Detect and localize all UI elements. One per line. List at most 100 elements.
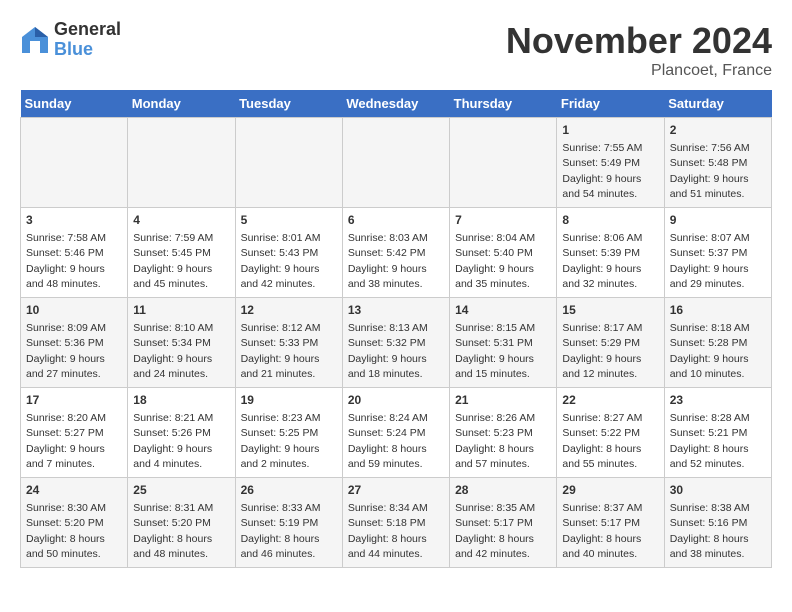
day-info: Sunrise: 8:10 AM Sunset: 5:34 PM Dayligh… bbox=[133, 322, 213, 380]
calendar-cell: 28 Sunrise: 8:35 AM Sunset: 5:17 PM Dayli… bbox=[450, 478, 557, 568]
day-info: Sunrise: 8:27 AM Sunset: 5:22 PM Dayligh… bbox=[562, 412, 642, 470]
day-number: 14 bbox=[455, 302, 551, 319]
calendar-cell bbox=[342, 118, 449, 208]
week-row-0: 1 Sunrise: 7:55 AM Sunset: 5:49 PM Daylig… bbox=[21, 118, 772, 208]
header-sunday: Sunday bbox=[21, 90, 128, 118]
header-friday: Friday bbox=[557, 90, 664, 118]
calendar-cell: 9 Sunrise: 8:07 AM Sunset: 5:37 PM Daylig… bbox=[664, 208, 771, 298]
day-info: Sunrise: 8:06 AM Sunset: 5:39 PM Dayligh… bbox=[562, 232, 642, 290]
day-info: Sunrise: 8:04 AM Sunset: 5:40 PM Dayligh… bbox=[455, 232, 535, 290]
month-title: November 2024 bbox=[506, 20, 772, 62]
day-info: Sunrise: 8:03 AM Sunset: 5:42 PM Dayligh… bbox=[348, 232, 428, 290]
calendar-cell: 11 Sunrise: 8:10 AM Sunset: 5:34 PM Dayli… bbox=[128, 298, 235, 388]
calendar-cell: 3 Sunrise: 7:58 AM Sunset: 5:46 PM Daylig… bbox=[21, 208, 128, 298]
week-row-1: 3 Sunrise: 7:58 AM Sunset: 5:46 PM Daylig… bbox=[21, 208, 772, 298]
calendar-cell: 12 Sunrise: 8:12 AM Sunset: 5:33 PM Dayli… bbox=[235, 298, 342, 388]
day-info: Sunrise: 8:15 AM Sunset: 5:31 PM Dayligh… bbox=[455, 322, 535, 380]
day-number: 25 bbox=[133, 482, 229, 499]
header-saturday: Saturday bbox=[664, 90, 771, 118]
day-number: 8 bbox=[562, 212, 658, 229]
day-number: 17 bbox=[26, 392, 122, 409]
week-row-3: 17 Sunrise: 8:20 AM Sunset: 5:27 PM Dayli… bbox=[21, 388, 772, 478]
logo-blue: Blue bbox=[54, 40, 121, 60]
day-number: 10 bbox=[26, 302, 122, 319]
calendar-cell: 29Sunrise: 8:37 AM Sunset: 5:17 PM Dayli… bbox=[557, 478, 664, 568]
day-info: Sunrise: 8:31 AM Sunset: 5:20 PM Dayligh… bbox=[133, 502, 213, 560]
day-info: Sunrise: 8:38 AM Sunset: 5:16 PM Dayligh… bbox=[670, 502, 750, 560]
header-row: SundayMondayTuesdayWednesdayThursdayFrid… bbox=[21, 90, 772, 118]
calendar-cell: 18 Sunrise: 8:21 AM Sunset: 5:26 PM Dayli… bbox=[128, 388, 235, 478]
day-number: 5 bbox=[241, 212, 337, 229]
day-info: Sunrise: 7:58 AM Sunset: 5:46 PM Dayligh… bbox=[26, 232, 106, 290]
calendar-cell: 24 Sunrise: 8:30 AM Sunset: 5:20 PM Dayli… bbox=[21, 478, 128, 568]
day-info: Sunrise: 8:07 AM Sunset: 5:37 PM Dayligh… bbox=[670, 232, 750, 290]
day-number: 22 bbox=[562, 392, 658, 409]
calendar-cell: 4 Sunrise: 7:59 AM Sunset: 5:45 PM Daylig… bbox=[128, 208, 235, 298]
title-block: November 2024 Plancoet, France bbox=[506, 20, 772, 80]
day-info: Sunrise: 8:18 AM Sunset: 5:28 PM Dayligh… bbox=[670, 322, 750, 380]
calendar-cell bbox=[450, 118, 557, 208]
day-info: Sunrise: 7:59 AM Sunset: 5:45 PM Dayligh… bbox=[133, 232, 213, 290]
calendar-cell: 21 Sunrise: 8:26 AM Sunset: 5:23 PM Dayli… bbox=[450, 388, 557, 478]
day-info: Sunrise: 8:37 AM Sunset: 5:17 PM Dayligh… bbox=[562, 502, 642, 560]
calendar-cell bbox=[128, 118, 235, 208]
header-monday: Monday bbox=[128, 90, 235, 118]
day-number: 18 bbox=[133, 392, 229, 409]
day-info: Sunrise: 8:12 AM Sunset: 5:33 PM Dayligh… bbox=[241, 322, 321, 380]
day-number: 11 bbox=[133, 302, 229, 319]
day-info: Sunrise: 7:55 AM Sunset: 5:49 PM Dayligh… bbox=[562, 142, 642, 200]
calendar-cell: 7 Sunrise: 8:04 AM Sunset: 5:40 PM Daylig… bbox=[450, 208, 557, 298]
day-info: Sunrise: 8:30 AM Sunset: 5:20 PM Dayligh… bbox=[26, 502, 106, 560]
location: Plancoet, France bbox=[506, 62, 772, 80]
logo-text: General Blue bbox=[54, 20, 121, 60]
day-info: Sunrise: 8:24 AM Sunset: 5:24 PM Dayligh… bbox=[348, 412, 428, 470]
calendar-cell: 8 Sunrise: 8:06 AM Sunset: 5:39 PM Daylig… bbox=[557, 208, 664, 298]
calendar-cell: 17 Sunrise: 8:20 AM Sunset: 5:27 PM Dayli… bbox=[21, 388, 128, 478]
calendar-cell: 22 Sunrise: 8:27 AM Sunset: 5:22 PM Dayli… bbox=[557, 388, 664, 478]
day-number: 21 bbox=[455, 392, 551, 409]
logo: General Blue bbox=[20, 20, 121, 60]
day-info: Sunrise: 8:01 AM Sunset: 5:43 PM Dayligh… bbox=[241, 232, 321, 290]
calendar-cell: 19Sunrise: 8:23 AM Sunset: 5:25 PM Dayli… bbox=[235, 388, 342, 478]
calendar-table: SundayMondayTuesdayWednesdayThursdayFrid… bbox=[20, 90, 772, 568]
calendar-cell: 2Sunrise: 7:56 AM Sunset: 5:48 PM Daylig… bbox=[664, 118, 771, 208]
calendar-cell bbox=[235, 118, 342, 208]
day-info: Sunrise: 8:26 AM Sunset: 5:23 PM Dayligh… bbox=[455, 412, 535, 470]
calendar-cell: 15 Sunrise: 8:17 AM Sunset: 5:29 PM Dayli… bbox=[557, 298, 664, 388]
calendar-cell: 30 Sunrise: 8:38 AM Sunset: 5:16 PM Dayli… bbox=[664, 478, 771, 568]
day-number: 24 bbox=[26, 482, 122, 499]
calendar-cell: 13Sunrise: 8:13 AM Sunset: 5:32 PM Dayli… bbox=[342, 298, 449, 388]
logo-general: General bbox=[54, 20, 121, 40]
day-number: 16 bbox=[670, 302, 766, 319]
day-number: 26 bbox=[241, 482, 337, 499]
day-number: 2 bbox=[670, 122, 766, 139]
day-number: 12 bbox=[241, 302, 337, 319]
day-number: 30 bbox=[670, 482, 766, 499]
calendar-cell: 27Sunrise: 8:34 AM Sunset: 5:18 PM Dayli… bbox=[342, 478, 449, 568]
logo-icon bbox=[20, 25, 50, 55]
calendar-cell: 10Sunrise: 8:09 AM Sunset: 5:36 PM Dayli… bbox=[21, 298, 128, 388]
header-thursday: Thursday bbox=[450, 90, 557, 118]
day-number: 3 bbox=[26, 212, 122, 229]
day-number: 9 bbox=[670, 212, 766, 229]
day-number: 19 bbox=[241, 392, 337, 409]
day-number: 28 bbox=[455, 482, 551, 499]
day-number: 15 bbox=[562, 302, 658, 319]
day-info: Sunrise: 8:21 AM Sunset: 5:26 PM Dayligh… bbox=[133, 412, 213, 470]
day-info: Sunrise: 8:17 AM Sunset: 5:29 PM Dayligh… bbox=[562, 322, 642, 380]
calendar-cell: 6Sunrise: 8:03 AM Sunset: 5:42 PM Daylig… bbox=[342, 208, 449, 298]
day-info: Sunrise: 8:34 AM Sunset: 5:18 PM Dayligh… bbox=[348, 502, 428, 560]
day-number: 23 bbox=[670, 392, 766, 409]
day-info: Sunrise: 8:28 AM Sunset: 5:21 PM Dayligh… bbox=[670, 412, 750, 470]
calendar-cell: 14 Sunrise: 8:15 AM Sunset: 5:31 PM Dayli… bbox=[450, 298, 557, 388]
day-info: Sunrise: 8:35 AM Sunset: 5:17 PM Dayligh… bbox=[455, 502, 535, 560]
day-number: 7 bbox=[455, 212, 551, 229]
calendar-cell: 26Sunrise: 8:33 AM Sunset: 5:19 PM Dayli… bbox=[235, 478, 342, 568]
day-number: 4 bbox=[133, 212, 229, 229]
calendar-cell: 25 Sunrise: 8:31 AM Sunset: 5:20 PM Dayli… bbox=[128, 478, 235, 568]
day-info: Sunrise: 8:20 AM Sunset: 5:27 PM Dayligh… bbox=[26, 412, 106, 470]
day-number: 20 bbox=[348, 392, 444, 409]
calendar-cell: 16 Sunrise: 8:18 AM Sunset: 5:28 PM Dayli… bbox=[664, 298, 771, 388]
calendar-cell: 1 Sunrise: 7:55 AM Sunset: 5:49 PM Daylig… bbox=[557, 118, 664, 208]
day-number: 1 bbox=[562, 122, 658, 139]
